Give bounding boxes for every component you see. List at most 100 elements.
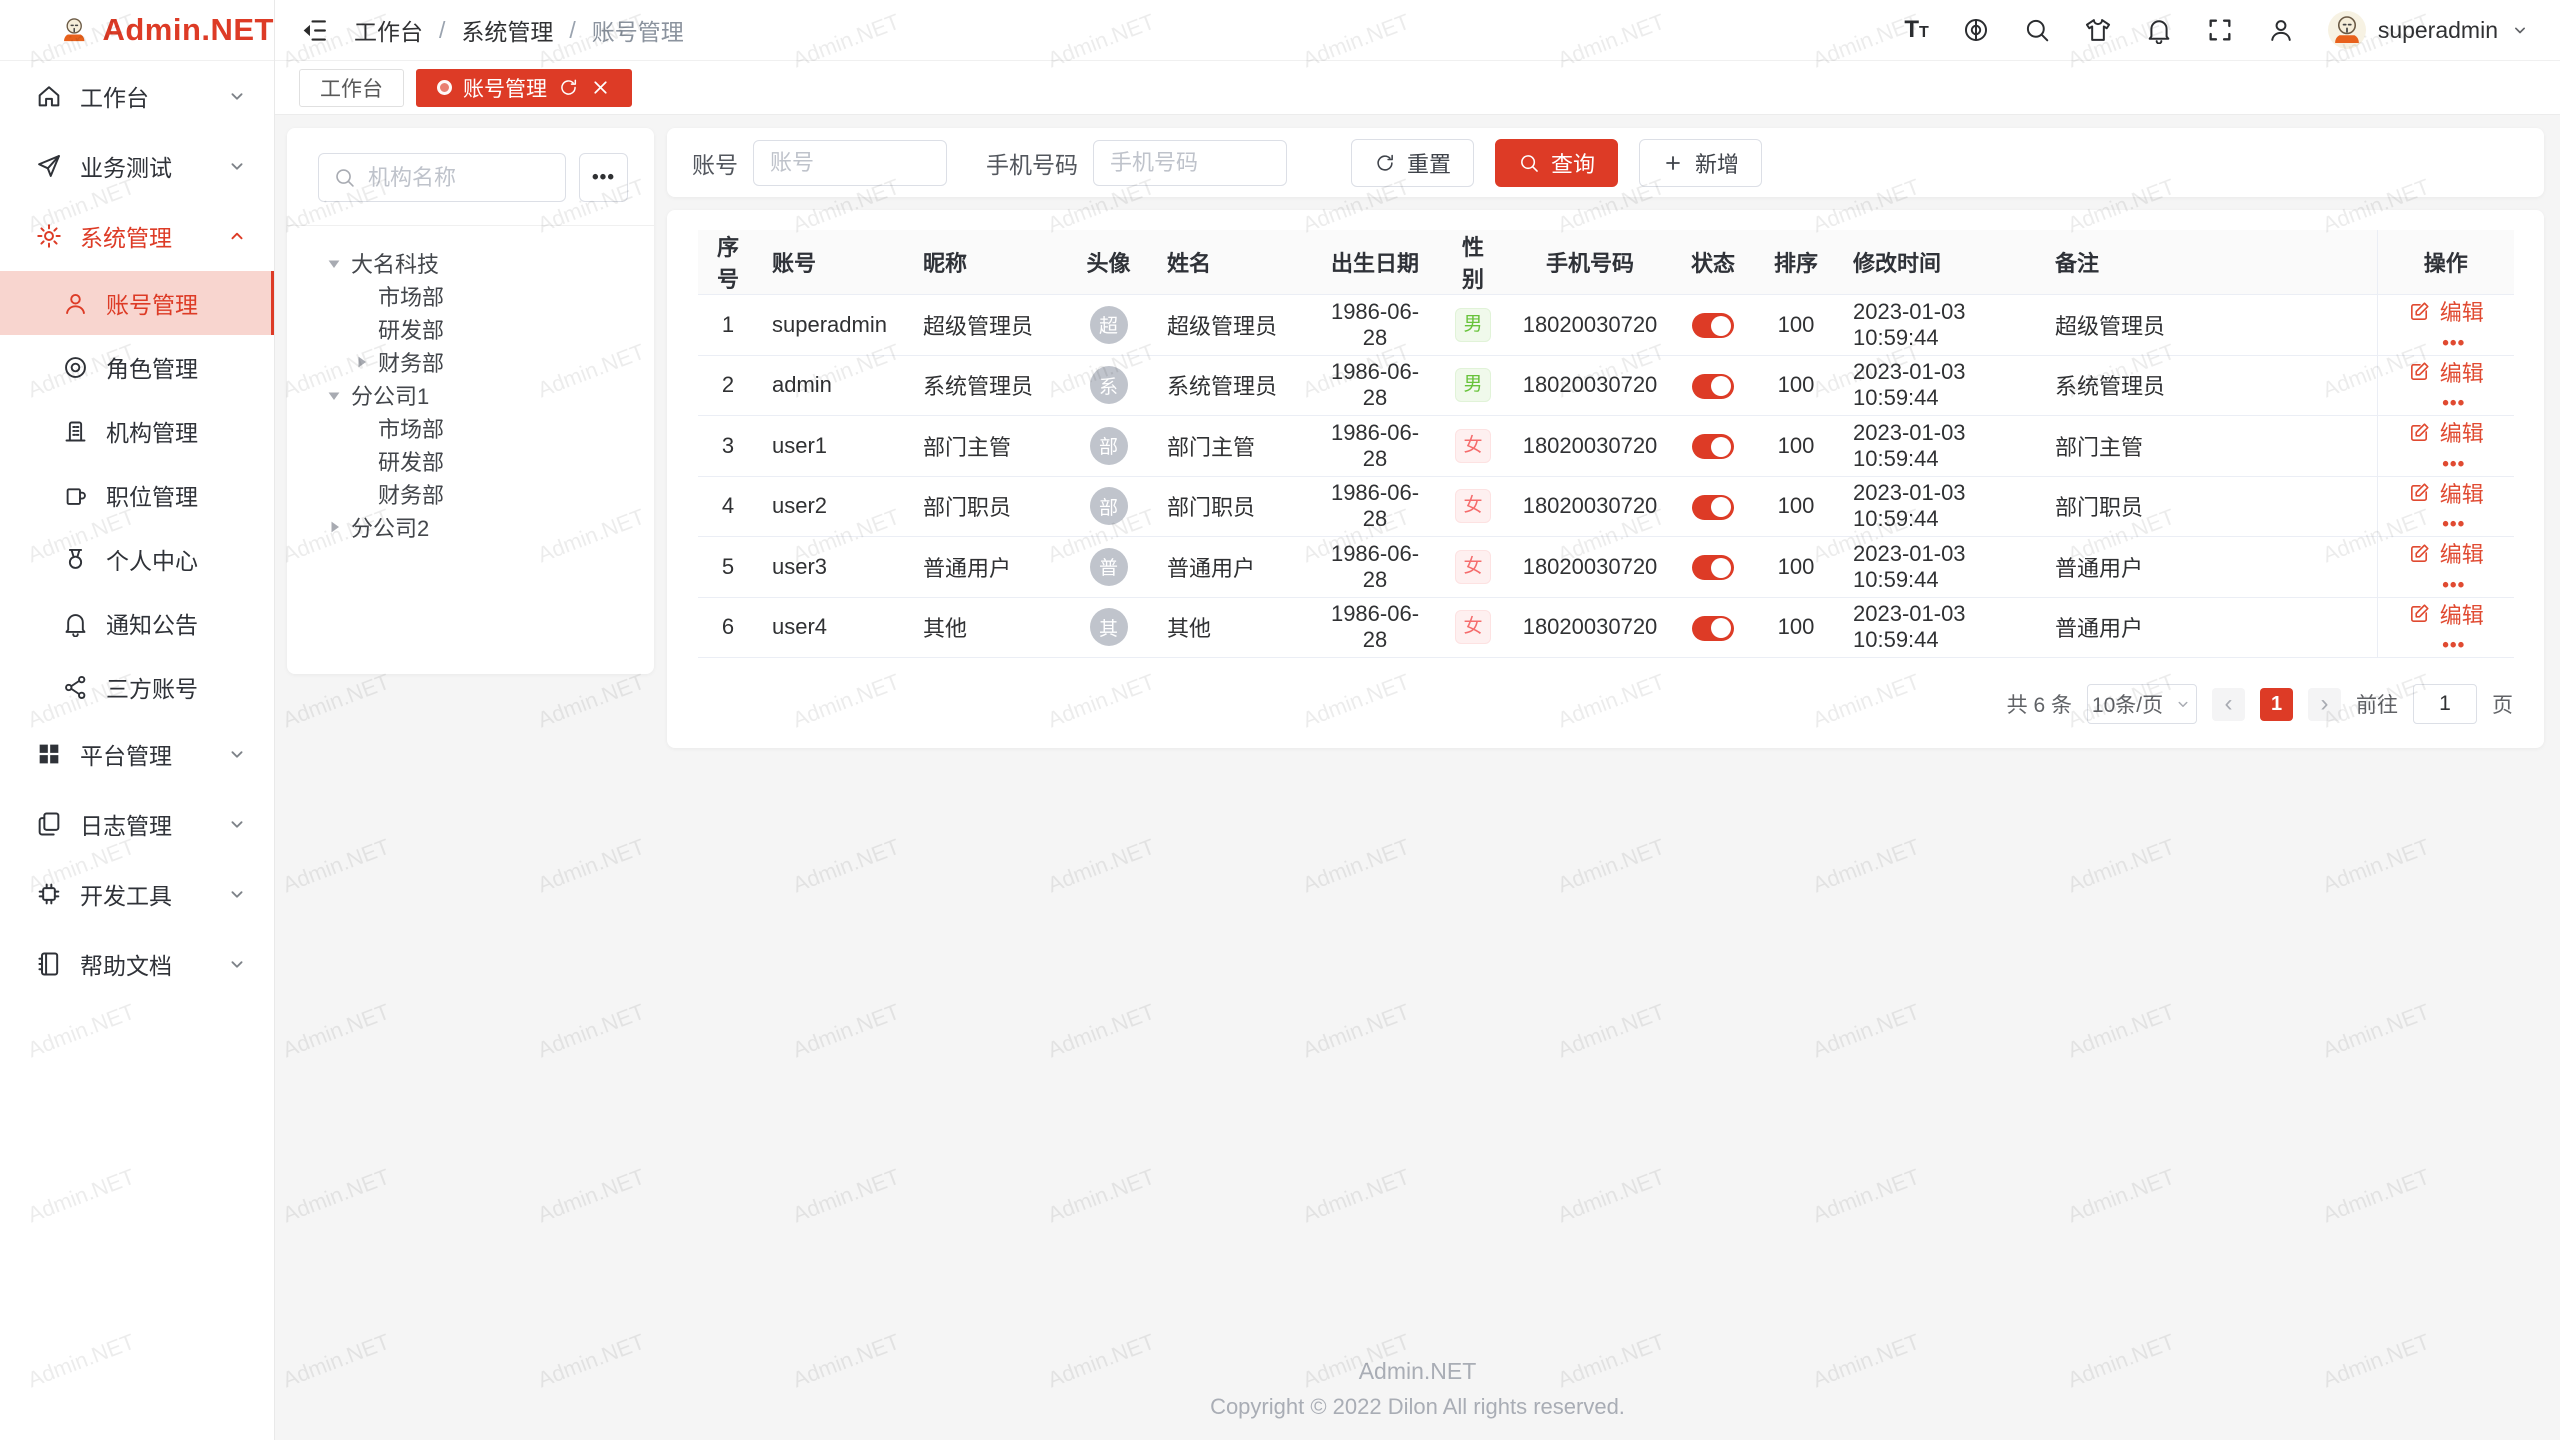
prev-page-button[interactable]: ‹: [2212, 688, 2245, 721]
tree-node[interactable]: 市场部: [287, 411, 654, 444]
add-button[interactable]: 新增: [1639, 139, 1762, 187]
font-size-icon[interactable]: TT: [1904, 16, 1928, 44]
org-search-input[interactable]: [366, 164, 551, 192]
caret-down-icon[interactable]: [324, 253, 344, 273]
page-unit-label: 页: [2492, 689, 2513, 719]
sidebar-item-platform-management[interactable]: 平台管理: [0, 719, 274, 789]
edit-button[interactable]: 编辑: [2408, 477, 2484, 509]
caret-right-icon[interactable]: [324, 517, 344, 537]
theme-shirt-icon[interactable]: [2084, 16, 2112, 44]
breadcrumb-separator: /: [569, 17, 575, 44]
sidebar-item-label: 通知公告: [106, 606, 198, 640]
avatar: 其: [1090, 608, 1128, 646]
page-size-select[interactable]: 10条/页: [2087, 684, 2197, 724]
sidebar-item-help-docs[interactable]: 帮助文档: [0, 929, 274, 999]
org-tree-panel: ••• 大名科技市场部研发部财务部分公司1市场部研发部财务部分公司2: [287, 128, 654, 674]
tree-node[interactable]: 分公司1: [287, 378, 654, 411]
sidebar-item-dev-tools[interactable]: 开发工具: [0, 859, 274, 929]
col-header-name: 姓名: [1153, 230, 1311, 295]
tree-node-label: 研发部: [378, 313, 444, 345]
tree-node[interactable]: 研发部: [287, 444, 654, 477]
edit-pen-icon: [2408, 421, 2431, 444]
sidebar-item-system-management[interactable]: 系统管理: [0, 201, 274, 271]
search-icon[interactable]: [2023, 16, 2051, 44]
caret-right-icon[interactable]: [351, 352, 371, 372]
status-toggle[interactable]: [1692, 555, 1734, 580]
bell-icon: [62, 610, 89, 637]
search-button[interactable]: 查询: [1495, 139, 1618, 187]
cell-status: [1673, 416, 1753, 477]
sidebar-item-account-management[interactable]: 账号管理: [0, 271, 274, 335]
edit-button[interactable]: 编辑: [2408, 416, 2484, 448]
phone-input[interactable]: [1093, 140, 1287, 186]
tree-node-label: 财务部: [378, 346, 444, 378]
tree-node[interactable]: 市场部: [287, 279, 654, 312]
cell-birth: 1986-06-28: [1311, 295, 1439, 356]
reset-button[interactable]: 重置: [1351, 139, 1474, 187]
breadcrumb-item[interactable]: 工作台: [354, 13, 423, 47]
sidebar-item-personal-center[interactable]: 个人中心: [0, 527, 274, 591]
status-toggle[interactable]: [1692, 434, 1734, 459]
tree-node[interactable]: 财务部: [287, 477, 654, 510]
status-toggle[interactable]: [1692, 313, 1734, 338]
notification-bell-icon[interactable]: [2145, 16, 2173, 44]
cell-account: superadmin: [758, 295, 909, 356]
status-toggle[interactable]: [1692, 616, 1734, 641]
goto-page-input[interactable]: [2413, 684, 2477, 724]
gender-badge: 女: [1455, 429, 1490, 463]
org-more-button[interactable]: •••: [579, 153, 628, 202]
edit-button[interactable]: 编辑: [2408, 295, 2484, 327]
gender-badge: 女: [1455, 610, 1490, 644]
sidebar-item-position-management[interactable]: 职位管理: [0, 463, 274, 527]
brand-logo[interactable]: Admin.NET: [0, 0, 274, 61]
caret-down-icon[interactable]: [324, 385, 344, 405]
row-more-button[interactable]: •••: [2442, 454, 2465, 475]
tree-node[interactable]: 财务部: [287, 345, 654, 378]
avatar: [2328, 11, 2366, 49]
refresh-icon[interactable]: [558, 77, 579, 98]
cell-name: 部门职员: [1153, 476, 1311, 537]
tree-node[interactable]: 研发部: [287, 312, 654, 345]
edit-button[interactable]: 编辑: [2408, 356, 2484, 388]
language-icon[interactable]: [1962, 16, 1990, 44]
close-icon[interactable]: [590, 77, 611, 98]
user-menu[interactable]: superadmin: [2328, 11, 2530, 49]
status-toggle[interactable]: [1692, 495, 1734, 520]
sidebar-item-org-management[interactable]: 机构管理: [0, 399, 274, 463]
sidebar-item-log-management[interactable]: 日志管理: [0, 789, 274, 859]
org-search-box: [318, 153, 566, 202]
row-more-button[interactable]: •••: [2442, 333, 2465, 354]
breadcrumb-item[interactable]: 系统管理: [461, 13, 553, 47]
cell-sort: 100: [1753, 355, 1839, 416]
row-more-button[interactable]: •••: [2442, 514, 2465, 535]
col-header-modified: 修改时间: [1839, 230, 2041, 295]
refresh-icon: [1374, 152, 1396, 174]
fullscreen-icon[interactable]: [2206, 16, 2234, 44]
next-page-button[interactable]: ›: [2308, 688, 2341, 721]
row-more-button[interactable]: •••: [2442, 635, 2465, 656]
sidebar-item-notice[interactable]: 通知公告: [0, 591, 274, 655]
row-more-button[interactable]: •••: [2442, 393, 2465, 414]
current-page-button[interactable]: 1: [2260, 688, 2293, 721]
edit-button[interactable]: 编辑: [2408, 537, 2484, 569]
content: ••• 大名科技市场部研发部财务部分公司1市场部研发部财务部分公司2 账号 手机…: [275, 115, 2560, 748]
sidebar-item-role-management[interactable]: 角色管理: [0, 335, 274, 399]
sidebar-submenu: 账号管理 角色管理 机构管理 职位管理 个人中心: [0, 271, 274, 719]
edit-button[interactable]: 编辑: [2408, 598, 2484, 630]
sidebar-item-business-test[interactable]: 业务测试: [0, 131, 274, 201]
profile-person-icon[interactable]: [2267, 16, 2295, 44]
tree-node[interactable]: 分公司2: [287, 510, 654, 543]
cell-actions: 编辑 •••: [2377, 597, 2514, 658]
row-more-button[interactable]: •••: [2442, 575, 2465, 596]
cell-no: 1: [698, 295, 758, 356]
tab-workbench[interactable]: 工作台: [299, 69, 404, 107]
tree-node[interactable]: 大名科技: [287, 246, 654, 279]
account-input[interactable]: [753, 140, 947, 186]
sidebar-item-workbench[interactable]: 工作台: [0, 61, 274, 131]
table-header-row: 序号 账号 昵称 头像 姓名 出生日期 性别 手机号码 状态 排序 修改时间: [698, 230, 2514, 295]
sidebar-item-third-party-account[interactable]: 三方账号: [0, 655, 274, 719]
tab-account-management[interactable]: 账号管理: [416, 69, 632, 107]
menu-fold-icon[interactable]: [299, 15, 330, 46]
cell-actions: 编辑 •••: [2377, 537, 2514, 598]
status-toggle[interactable]: [1692, 374, 1734, 399]
